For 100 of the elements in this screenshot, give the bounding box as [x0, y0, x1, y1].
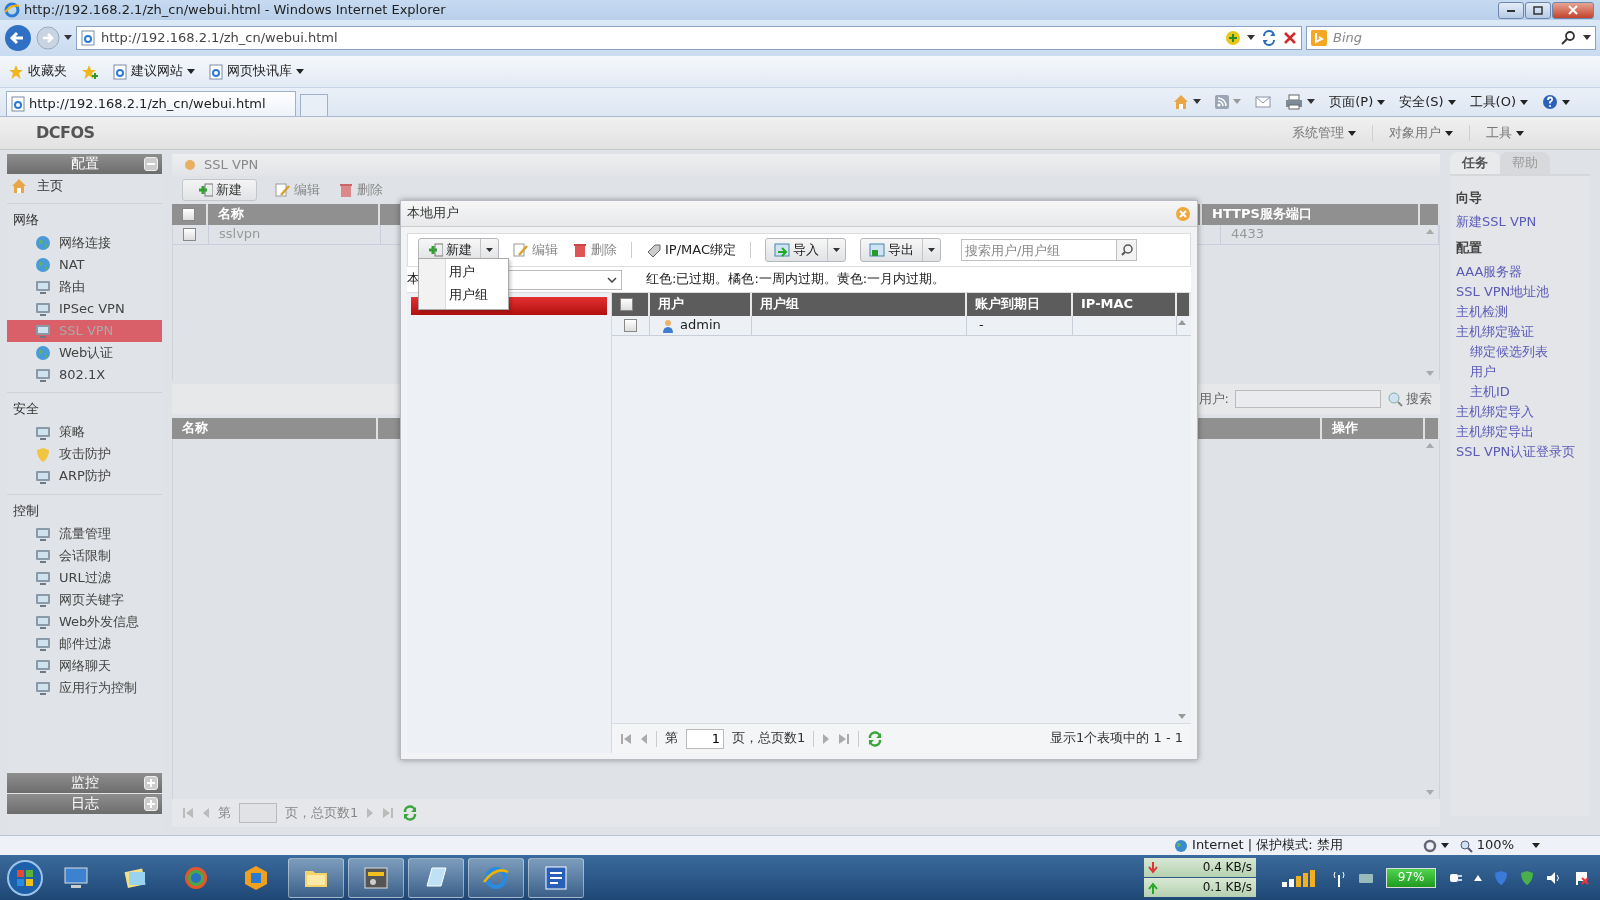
refresh-icon[interactable]	[1261, 30, 1277, 46]
task-link[interactable]: 用户	[1456, 362, 1584, 383]
back-button[interactable]	[4, 24, 32, 52]
dropdown-caret-icon[interactable]	[64, 35, 72, 41]
maximize-button[interactable]	[1525, 1, 1551, 19]
mail-icon[interactable]	[1255, 96, 1272, 108]
checkbox[interactable]	[182, 208, 195, 221]
taskbar-button[interactable]	[288, 857, 344, 898]
caret-icon[interactable]	[1307, 99, 1316, 105]
scroll-up-icon[interactable]	[1426, 229, 1434, 234]
task-link[interactable]: 主机绑定导入	[1456, 402, 1584, 423]
sidebar-item[interactable]: 主页	[7, 175, 162, 197]
section-header[interactable]: 配置	[70, 155, 99, 173]
search-button[interactable]	[1117, 239, 1137, 261]
checkbox[interactable]	[624, 319, 637, 332]
expand-toggle[interactable]	[144, 776, 158, 790]
task-link[interactable]: 绑定候选列表	[1456, 342, 1584, 363]
caret-icon[interactable]	[1193, 99, 1202, 105]
sidebar-item[interactable]: 网络连接	[7, 232, 162, 255]
address-field[interactable]: http://192.168.2.1/zh_cn/webui.html	[76, 26, 1302, 50]
page-field[interactable]: 1	[686, 728, 724, 749]
section-header[interactable]: 日志	[70, 795, 99, 813]
page-field[interactable]	[239, 803, 277, 823]
command-menu[interactable]: 工具(O)	[1469, 93, 1528, 111]
taskbar-button[interactable]	[348, 857, 404, 898]
next-page-icon[interactable]	[822, 732, 831, 745]
checkbox[interactable]	[620, 298, 633, 311]
scroll-up-icon[interactable]	[1426, 443, 1434, 448]
sidebar-item[interactable]: Web外发信息	[7, 610, 162, 633]
sidebar-item[interactable]: 策略	[7, 421, 162, 444]
top-menu[interactable]: 对象用户	[1372, 124, 1469, 142]
top-menu[interactable]: 系统管理	[1276, 124, 1372, 142]
taskbar-button[interactable]	[468, 857, 524, 898]
panel-tab[interactable]: 任务	[1450, 152, 1500, 174]
shield-icon[interactable]	[1520, 869, 1534, 886]
top-menu[interactable]: 工具	[1469, 124, 1540, 142]
stop-icon[interactable]	[1283, 31, 1297, 45]
first-page-icon[interactable]	[620, 732, 632, 745]
scroll-down-icon[interactable]	[1426, 371, 1434, 376]
search-field[interactable]: Bing	[1306, 26, 1596, 50]
sidebar-item[interactable]: 应用行为控制	[7, 676, 162, 699]
zoom-level[interactable]: 100%	[1476, 837, 1514, 854]
scroll-down-icon[interactable]	[1426, 790, 1434, 795]
close-button[interactable]	[1552, 1, 1594, 19]
menu-item[interactable]: 用户组	[419, 284, 508, 307]
browser-tab[interactable]: http://192.168.2.1/zh_cn/webui.html	[6, 91, 296, 116]
feed-icon[interactable]	[1215, 95, 1230, 109]
sidebar-item[interactable]: 802.1X	[7, 364, 162, 387]
sidebar-item[interactable]: 流量管理	[7, 522, 162, 545]
command-menu[interactable]: 安全(S)	[1399, 93, 1456, 111]
speaker-icon[interactable]	[1546, 870, 1562, 885]
task-link[interactable]: 主机绑定验证	[1456, 322, 1584, 343]
checkbox[interactable]	[183, 228, 196, 241]
refresh-icon[interactable]	[867, 730, 884, 747]
task-link[interactable]: SSL VPN认证登录页	[1456, 442, 1584, 463]
toolbar-button[interactable]: IP/MAC绑定	[646, 241, 736, 259]
menu-item[interactable]: 用户	[419, 261, 508, 284]
caret-icon[interactable]	[1583, 35, 1591, 41]
sidebar-item[interactable]: IPSec VPN	[7, 298, 162, 321]
favorites-item[interactable]: 网页快讯库	[209, 63, 304, 80]
caret-icon[interactable]	[1247, 35, 1255, 41]
task-link[interactable]: 主机绑定导出	[1456, 422, 1584, 443]
previous-page-icon[interactable]	[640, 732, 648, 745]
sidebar-item[interactable]: URL过滤	[7, 566, 162, 589]
new-tab-button[interactable]	[300, 94, 328, 116]
minimize-button[interactable]	[1498, 1, 1524, 19]
taskbar-button[interactable]	[408, 857, 464, 898]
scroll-up-icon[interactable]	[1178, 320, 1186, 325]
sidebar-item[interactable]: 网页关键字	[7, 588, 162, 611]
start-button[interactable]	[6, 858, 44, 897]
task-link[interactable]: AAA服务器	[1456, 262, 1584, 283]
task-link[interactable]: 新建SSL VPN	[1456, 212, 1584, 233]
expand-toggle[interactable]	[144, 157, 158, 171]
task-link[interactable]: 主机ID	[1456, 382, 1584, 403]
sidebar-item[interactable]: 路由	[7, 276, 162, 299]
flag-icon[interactable]	[1574, 869, 1590, 886]
search-button[interactable]: 搜索	[1387, 390, 1432, 408]
print-icon[interactable]	[1285, 94, 1304, 110]
sidebar-item[interactable]: Web认证	[7, 342, 162, 365]
task-link[interactable]: 主机检测	[1456, 302, 1584, 323]
close-icon[interactable]	[1175, 205, 1191, 222]
refresh-icon[interactable]	[402, 805, 419, 821]
compatibility-icon[interactable]	[1225, 30, 1241, 46]
favorites-item[interactable]: 建议网站	[113, 63, 195, 80]
taskbar-button[interactable]	[528, 857, 584, 898]
command-menu[interactable]: 页面(P)	[1329, 93, 1386, 111]
sidebar-item[interactable]: ARP防护	[7, 465, 162, 488]
search-field[interactable]	[1235, 390, 1381, 408]
last-page-icon[interactable]	[838, 732, 851, 745]
toolbar-button[interactable]: 新建	[182, 179, 257, 201]
search-icon[interactable]	[1561, 30, 1577, 46]
sidebar-item[interactable]: 攻击防护	[7, 443, 162, 466]
sidebar-item[interactable]: 邮件过滤	[7, 632, 162, 655]
shield-icon[interactable]	[1494, 869, 1508, 886]
sidebar-item[interactable]: NAT	[7, 254, 162, 277]
add-favorite-icon[interactable]	[81, 63, 99, 80]
section-header[interactable]: 监控	[70, 774, 99, 792]
show-hidden-icon[interactable]	[1474, 874, 1482, 881]
help-icon[interactable]	[1542, 94, 1558, 110]
sidebar-item[interactable]: 网络聊天	[7, 654, 162, 677]
